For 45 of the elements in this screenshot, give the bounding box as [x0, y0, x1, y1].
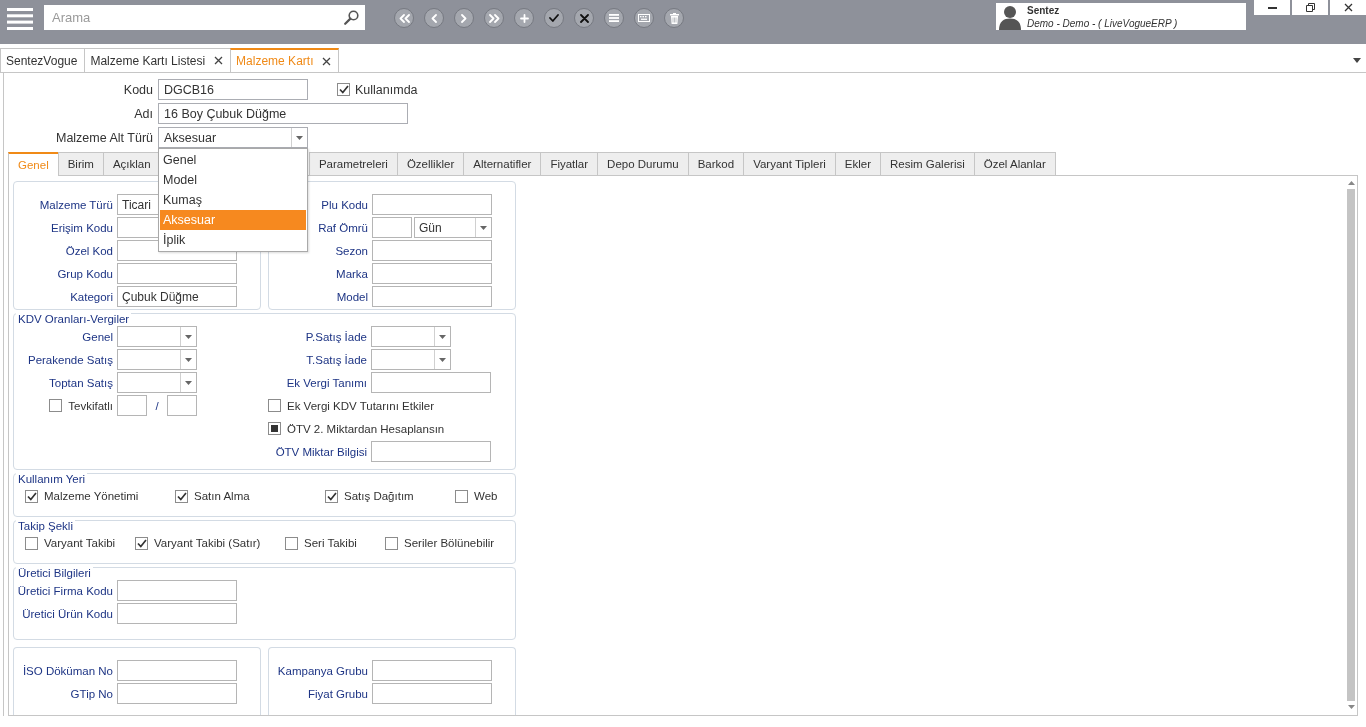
field-label: İSO Döküman No [22, 664, 113, 677]
field-label: Raf Ömrü [318, 221, 368, 234]
field-label: T.Satış İade [306, 353, 367, 366]
field-label: Plu Kodu [321, 198, 368, 211]
field-label: Kategori [70, 290, 113, 303]
field-label: Malzeme Türü [39, 198, 113, 211]
checkbox-label: Satın Alma [194, 490, 250, 502]
field-label: Ek Vergi Tanımı [286, 376, 367, 389]
field-label: Üretici Firma Kodu [17, 584, 113, 597]
checkbox-label: Ek Vergi KDV Tutarını Etkiler [287, 399, 434, 412]
field-label: Üretici Ürün Kodu [22, 607, 113, 620]
checkbox-label: Seriler Bölünebilir [404, 537, 495, 549]
field-label: ÖTV Miktar Bilgisi [275, 445, 367, 458]
field-label: Kodu [123, 82, 153, 97]
field-label: Toptan Satış [49, 376, 113, 389]
checkbox-label: ÖTV 2. Miktardan Hesaplansın [287, 422, 445, 435]
group-title: Takip Şekli [16, 520, 75, 533]
user-name: Sentez [1027, 3, 1061, 17]
separator-text: / [154, 399, 160, 412]
checkbox-label: Malzeme Yönetimi [44, 490, 139, 502]
group-title: Kullanım Yeri [16, 473, 88, 486]
field-label: Adı [134, 106, 153, 121]
checkbox-label: Kullanımda [355, 82, 418, 97]
checkbox-label: Varyant Takibi (Satır) [154, 537, 261, 549]
group-title: KDV Oranları-Vergiler [16, 313, 132, 326]
checkbox-label: Web [474, 490, 498, 502]
field-label: GTip No [70, 687, 113, 700]
field-label: Özel Kod [65, 244, 113, 257]
field-label: Genel [82, 330, 113, 343]
field-label: Kampanya Grubu [277, 664, 368, 677]
checkbox-label: Tevkifatlı [68, 399, 113, 412]
field-label: Model [336, 290, 368, 303]
field-label: Marka [336, 267, 368, 280]
user-detail: Demo - Demo - ( LiveVogueERP ) [1027, 16, 1178, 30]
checkbox-label: Varyant Takibi [44, 537, 116, 549]
field-label: Perakende Satış [27, 353, 113, 366]
field-label: P.Satış İade [305, 330, 367, 343]
checkbox-label: Seri Takibi [304, 537, 357, 549]
field-label: Malzeme Alt Türü [55, 130, 153, 145]
checkbox-label: Satış Dağıtım [344, 490, 414, 502]
field-label: Fiyat Grubu [307, 687, 368, 700]
group-title: Üretici Bilgileri [16, 567, 93, 580]
field-label: Sezon [335, 244, 368, 257]
field-label: Grup Kodu [57, 267, 113, 280]
field-label: Erişim Kodu [51, 221, 113, 234]
